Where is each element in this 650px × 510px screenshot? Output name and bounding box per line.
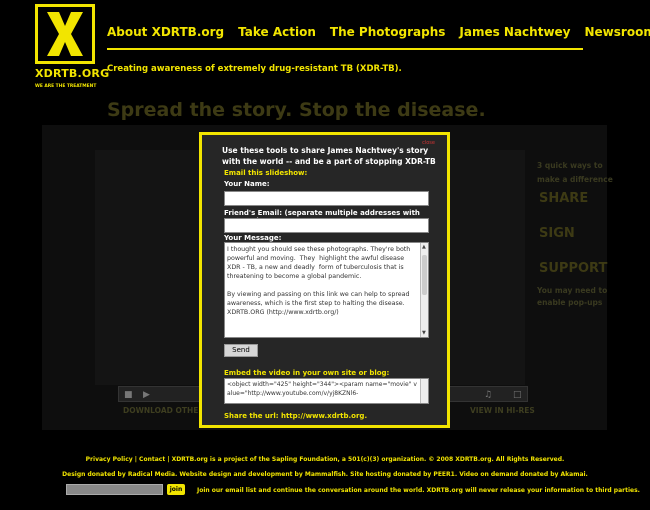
logo-name: XDRTB.ORG xyxy=(35,67,110,80)
fullscreen-icon[interactable]: □ xyxy=(513,390,523,400)
message-label: Your Message: xyxy=(224,234,282,242)
site-tagline: Creating awareness of extremely drug-res… xyxy=(107,64,402,74)
your-name-input[interactable] xyxy=(224,191,429,206)
join-button[interactable]: join xyxy=(167,484,185,495)
hero-title: Spread the story. Stop the disease. xyxy=(107,99,486,121)
join-email-input[interactable] xyxy=(66,484,163,495)
embed-scrollbar[interactable] xyxy=(420,379,428,403)
side-intro: 3 quick ways to make a difference xyxy=(537,159,613,187)
embed-heading: Embed the video in your own site or blog… xyxy=(224,369,390,377)
play-icon[interactable]: ▶ xyxy=(143,390,153,400)
message-text: I thought you should see these photograp… xyxy=(227,246,411,316)
join-description: Join our email list and continue the con… xyxy=(197,487,640,494)
modal-intro: Use these tools to share James Nachtwey'… xyxy=(222,146,436,166)
volume-icon[interactable]: ♫ xyxy=(484,390,494,400)
side-intro-line2: make a difference xyxy=(537,175,613,184)
x-mark-icon xyxy=(47,12,83,56)
nav-newsroom[interactable]: Newsroom xyxy=(585,25,650,39)
nav-divider xyxy=(107,48,583,50)
footer-credits: Design donated by Radical Media. Website… xyxy=(62,471,588,478)
popup-note: You may need to enable pop-ups xyxy=(537,285,607,309)
send-button[interactable]: Send xyxy=(224,344,258,357)
embed-code-text: <object width="425" height="344"><param … xyxy=(227,381,417,397)
footer-legal: Privacy Policy | Contact | XDRTB.org is … xyxy=(85,456,565,463)
your-name-label: Your Name: xyxy=(224,180,270,188)
main-nav: About XDRTB.org Take Action The Photogra… xyxy=(107,25,650,39)
scroll-up-icon[interactable]: ▲ xyxy=(422,244,426,250)
popup-note-line1: You may need to xyxy=(537,286,608,295)
message-scrollbar[interactable]: ▲ ▼ xyxy=(420,243,428,337)
nav-photographs[interactable]: The Photographs xyxy=(330,25,446,39)
share-link[interactable]: SHARE xyxy=(539,191,588,206)
sign-link[interactable]: SIGN xyxy=(539,226,575,241)
side-intro-line1: 3 quick ways to xyxy=(537,161,603,170)
friend-email-input[interactable] xyxy=(224,218,429,233)
scroll-thumb[interactable] xyxy=(422,255,427,295)
popup-note-line2: enable pop-ups xyxy=(537,298,603,307)
share-url: Share the url: http://www.xdrtb.org. xyxy=(224,412,368,420)
view-hires-link[interactable]: VIEW IN HI-RES xyxy=(470,406,535,415)
site-logo[interactable]: XDRTB.ORG WE ARE THE TREATMENT xyxy=(35,4,110,90)
nav-take-action[interactable]: Take Action xyxy=(238,25,316,39)
message-textarea[interactable]: I thought you should see these photograp… xyxy=(224,242,429,338)
nav-about[interactable]: About XDRTB.org xyxy=(107,25,224,39)
rewind-icon[interactable]: ■ xyxy=(124,390,134,400)
email-heading: Email this slideshow: xyxy=(224,169,308,177)
nav-james-nachtwey[interactable]: James Nachtwey xyxy=(459,25,570,39)
share-modal: close Use these tools to share James Nac… xyxy=(199,132,450,428)
scroll-down-icon[interactable]: ▼ xyxy=(422,330,426,336)
embed-code-textarea[interactable]: <object width="425" height="344"><param … xyxy=(224,378,429,404)
support-link[interactable]: SUPPORT xyxy=(539,261,607,276)
logo-tagline: WE ARE THE TREATMENT xyxy=(35,84,97,89)
